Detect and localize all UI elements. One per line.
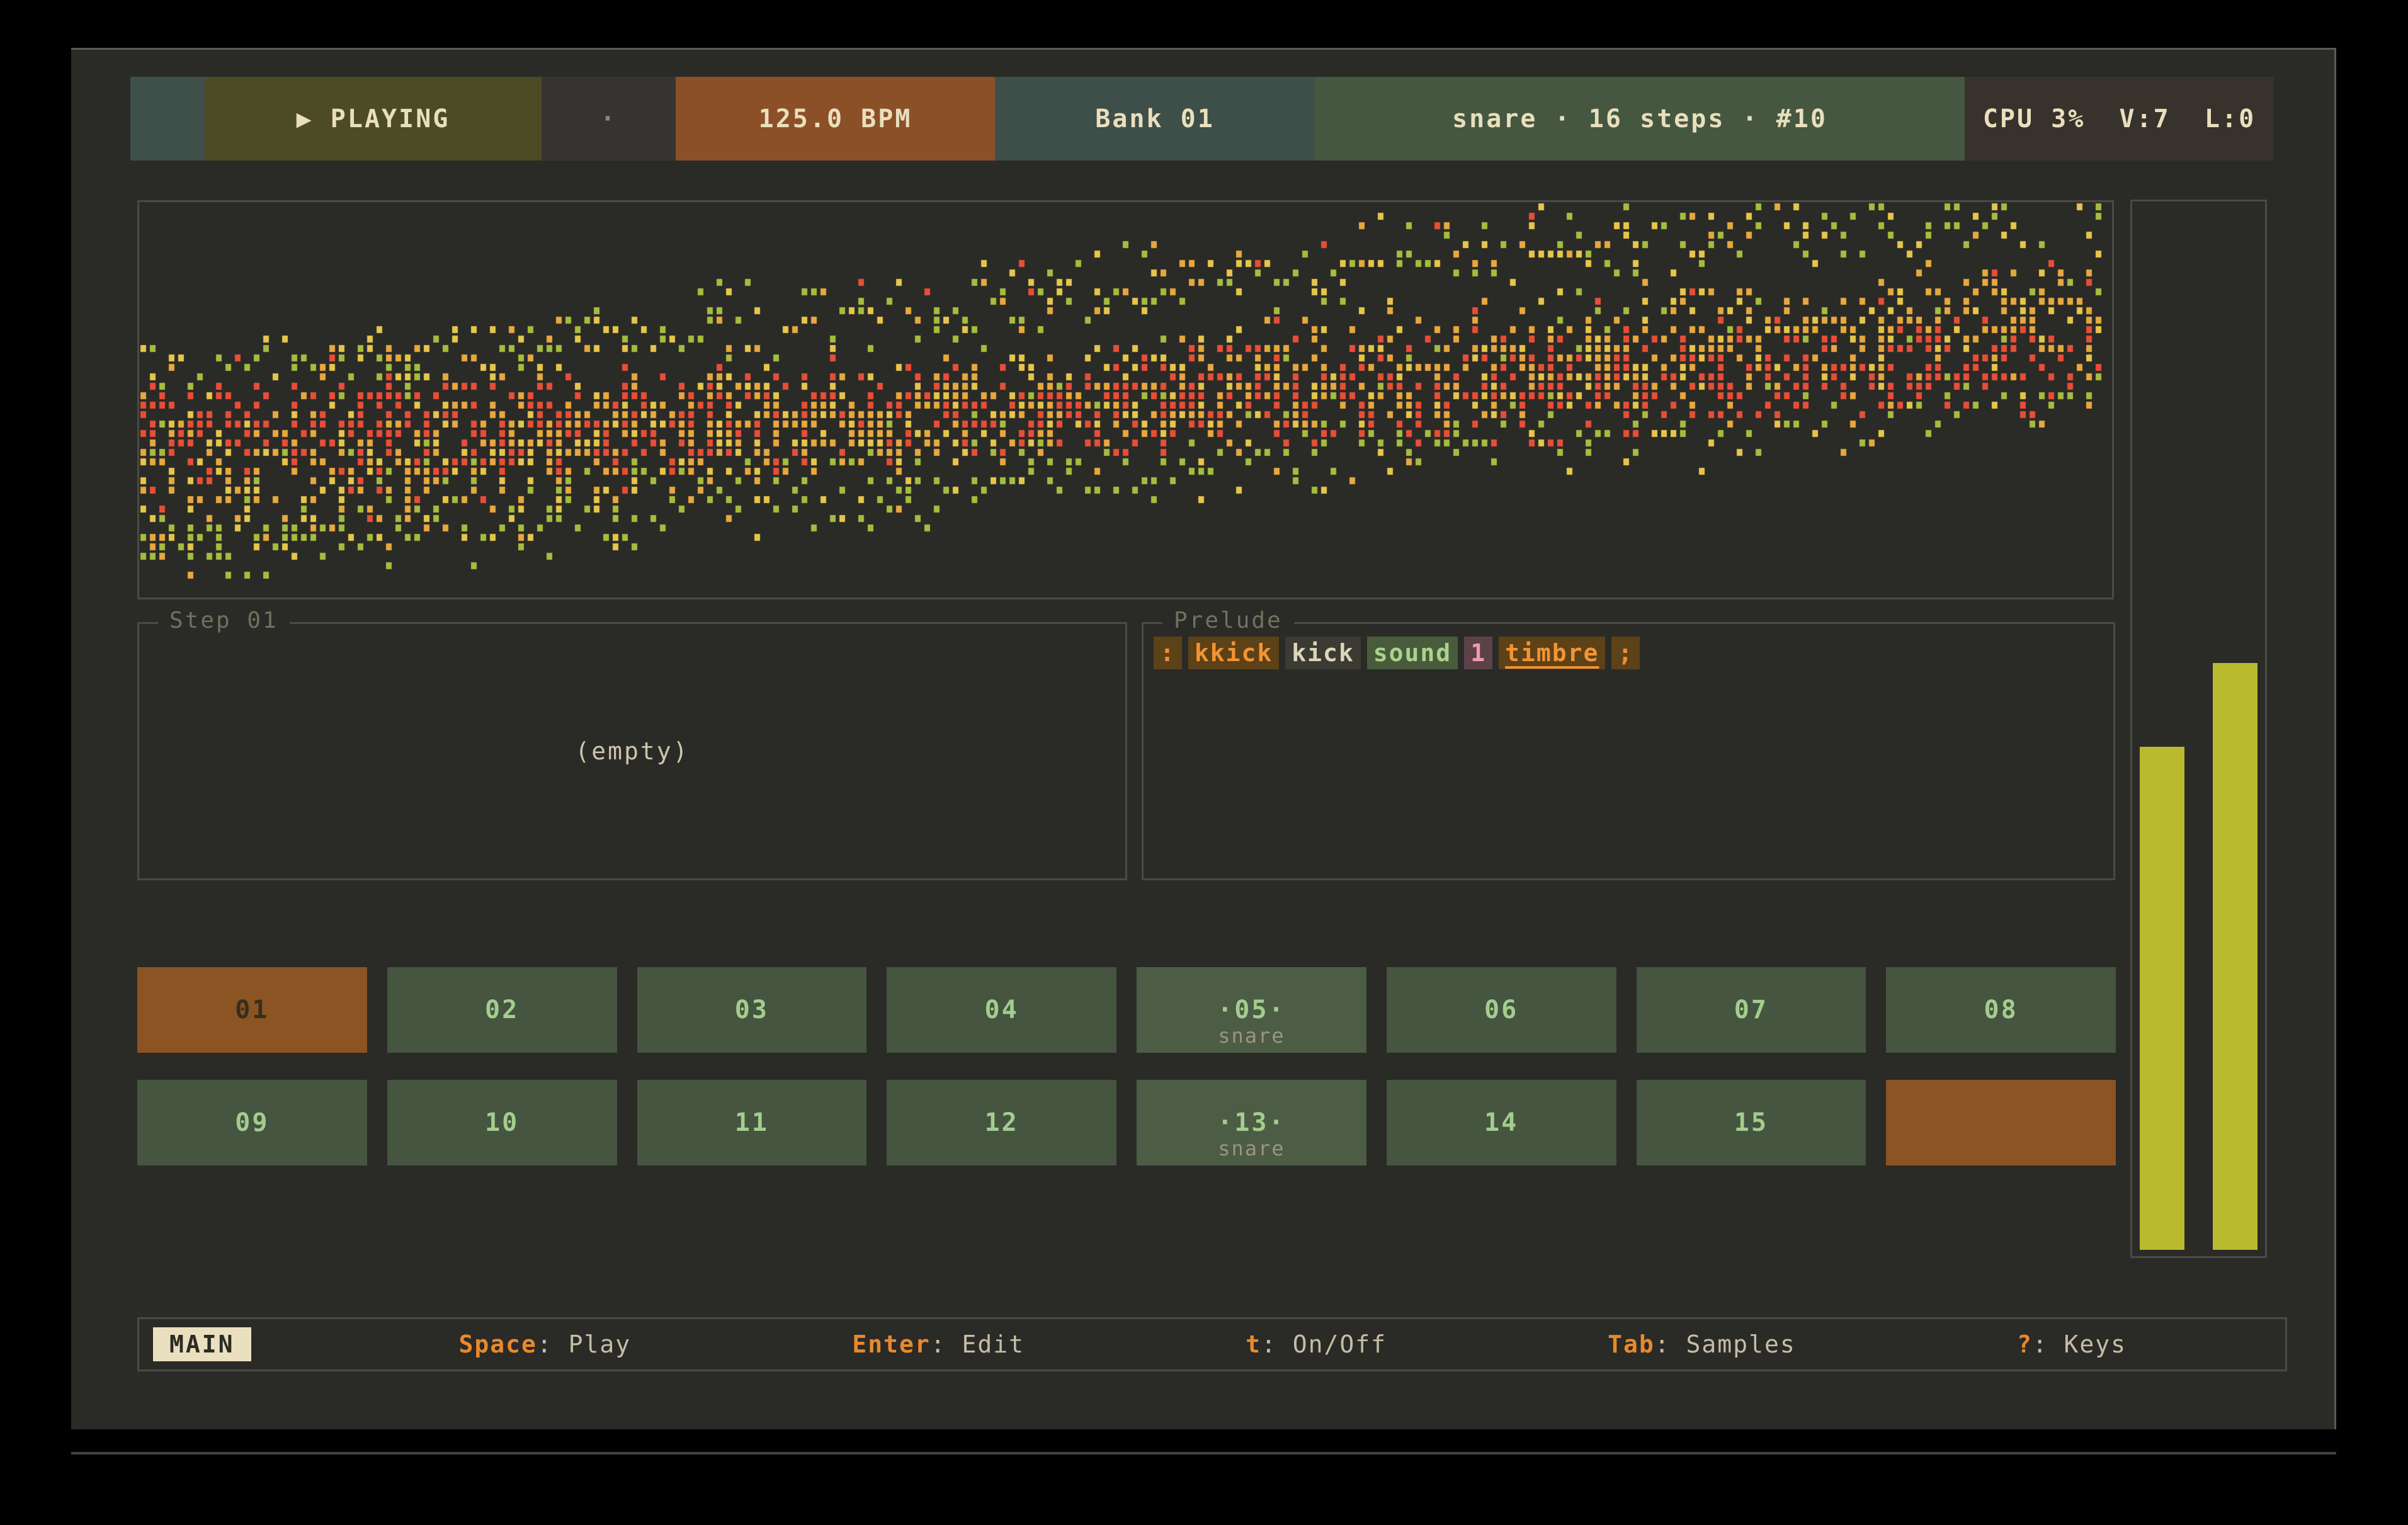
track-info-label: snare · 16 steps · #10 bbox=[1452, 105, 1827, 133]
step-button-04[interactable]: 04 bbox=[887, 967, 1116, 1053]
prelude-panel: Prelude :kkickkicksound1timbre; bbox=[1142, 622, 2115, 880]
step-button-label: 07 bbox=[1734, 995, 1768, 1024]
transport-bar: ▶ PLAYING · 125.0 BPM Bank 01 snare · 16 ste… bbox=[130, 77, 2274, 161]
step-button-label: ·05· bbox=[1217, 995, 1285, 1024]
track-info[interactable]: snare · 16 steps · #10 bbox=[1315, 77, 1965, 161]
step-button-01[interactable]: 01 bbox=[137, 967, 367, 1053]
step-button-label: 14 bbox=[1484, 1108, 1518, 1137]
hint-key: Tab bbox=[1608, 1330, 1655, 1358]
hint-label: : Samples bbox=[1655, 1330, 1796, 1358]
screen: ▶ PLAYING · 125.0 BPM Bank 01 snare · 16 ste… bbox=[0, 0, 2408, 1525]
step-button-10[interactable]: 10 bbox=[387, 1080, 617, 1165]
step-button-label: 04 bbox=[985, 995, 1019, 1024]
step-button-label: 12 bbox=[985, 1108, 1019, 1137]
step-button-label: 01 bbox=[235, 995, 269, 1024]
step-button-15[interactable]: 15 bbox=[1637, 1080, 1866, 1165]
step-button-02[interactable]: 02 bbox=[387, 967, 617, 1053]
app-window: ▶ PLAYING · 125.0 BPM Bank 01 snare · 16 ste… bbox=[71, 48, 2336, 1429]
step-sample-label: snare bbox=[1137, 1024, 1366, 1048]
step-button-label: 02 bbox=[485, 995, 519, 1024]
scope-panel bbox=[137, 200, 2114, 599]
step-grid: 01020304·05·snare06070809101112·13·snare… bbox=[137, 967, 2116, 1165]
step-button-03[interactable]: 03 bbox=[637, 967, 867, 1053]
step-detail-panel: Step 01 (empty) bbox=[137, 622, 1127, 880]
hint-key: Enter bbox=[852, 1330, 930, 1358]
meter-bar-left bbox=[2140, 747, 2184, 1250]
step-button-label: 09 bbox=[235, 1108, 269, 1137]
hint-?: ?: Keys bbox=[2017, 1330, 2127, 1358]
status-bar: MAIN Space: Play Enter: Edit t: On/Off Tab:… bbox=[137, 1317, 2287, 1371]
step-button-label: 03 bbox=[735, 995, 769, 1024]
transport-status-label: ▶ PLAYING bbox=[297, 105, 450, 133]
prelude-token[interactable]: : bbox=[1154, 637, 1182, 669]
system-stats: CPU 3% V:7 L:0 bbox=[1965, 77, 2274, 161]
bpm-display[interactable]: 125.0 BPM bbox=[676, 77, 995, 161]
step-button-07[interactable]: 07 bbox=[1637, 967, 1866, 1053]
step-button-label: 15 bbox=[1734, 1108, 1768, 1137]
step-button-11[interactable]: 11 bbox=[637, 1080, 867, 1165]
meter-bar-right bbox=[2213, 663, 2258, 1250]
step-button-16[interactable] bbox=[1886, 1080, 2116, 1165]
prelude-token[interactable]: kkick bbox=[1188, 637, 1279, 669]
bank-display-label: Bank 01 bbox=[1095, 105, 1215, 133]
hint-enter: Enter: Edit bbox=[852, 1330, 1025, 1358]
system-stats-label: CPU 3% V:7 L:0 bbox=[1983, 105, 2256, 133]
scope-scatter bbox=[139, 202, 2112, 598]
step-button-09[interactable]: 09 bbox=[137, 1080, 367, 1165]
prelude-panel-title: Prelude bbox=[1162, 608, 1294, 633]
hint-tab: Tab: Samples bbox=[1608, 1330, 1796, 1358]
transport-spacer-label: · bbox=[600, 105, 617, 133]
hint-label: : Keys bbox=[2033, 1330, 2127, 1358]
meter-panel bbox=[2130, 200, 2267, 1258]
hint-key: ? bbox=[2017, 1330, 2033, 1358]
window-bottom-line bbox=[71, 1452, 2336, 1454]
hint-list: Space: Play Enter: Edit t: On/Off Tab: Samp… bbox=[459, 1330, 2271, 1358]
step-sample-label: snare bbox=[1137, 1137, 1366, 1160]
hint-label: : Edit bbox=[931, 1330, 1025, 1358]
bank-display[interactable]: Bank 01 bbox=[995, 77, 1315, 161]
step-button-05[interactable]: ·05·snare bbox=[1137, 967, 1366, 1053]
prelude-code[interactable]: :kkickkicksound1timbre; bbox=[1154, 637, 1646, 669]
prelude-token[interactable]: sound bbox=[1367, 637, 1458, 669]
step-button-13[interactable]: ·13·snare bbox=[1137, 1080, 1366, 1165]
prelude-token[interactable]: kick bbox=[1285, 637, 1361, 669]
hint-t: t: On/Off bbox=[1246, 1330, 1387, 1358]
step-empty-label: (empty) bbox=[139, 624, 1125, 878]
hint-key: Space bbox=[459, 1330, 537, 1358]
step-button-label: ·13· bbox=[1217, 1108, 1285, 1137]
step-button-label: 11 bbox=[735, 1108, 769, 1137]
hint-space: Space: Play bbox=[459, 1330, 632, 1358]
prelude-token[interactable]: 1 bbox=[1464, 637, 1492, 669]
step-button-08[interactable]: 08 bbox=[1886, 967, 2116, 1053]
step-button-label: 06 bbox=[1484, 995, 1518, 1024]
step-button-label: 08 bbox=[1984, 995, 2018, 1024]
prelude-token[interactable]: timbre bbox=[1499, 637, 1605, 669]
hint-label: : Play bbox=[537, 1330, 631, 1358]
mode-badge: MAIN bbox=[153, 1327, 251, 1361]
step-button-06[interactable]: 06 bbox=[1387, 967, 1616, 1053]
hint-label: : On/Off bbox=[1261, 1330, 1387, 1358]
step-button-label: 10 bbox=[485, 1108, 519, 1137]
prelude-token[interactable]: ; bbox=[1611, 637, 1640, 669]
pad-block bbox=[130, 77, 205, 161]
bpm-display-label: 125.0 BPM bbox=[759, 105, 912, 133]
step-button-14[interactable]: 14 bbox=[1387, 1080, 1616, 1165]
transport-status[interactable]: ▶ PLAYING bbox=[205, 77, 542, 161]
step-button-12[interactable]: 12 bbox=[887, 1080, 1116, 1165]
transport-spacer: · bbox=[542, 77, 676, 161]
hint-key: t bbox=[1246, 1330, 1261, 1358]
